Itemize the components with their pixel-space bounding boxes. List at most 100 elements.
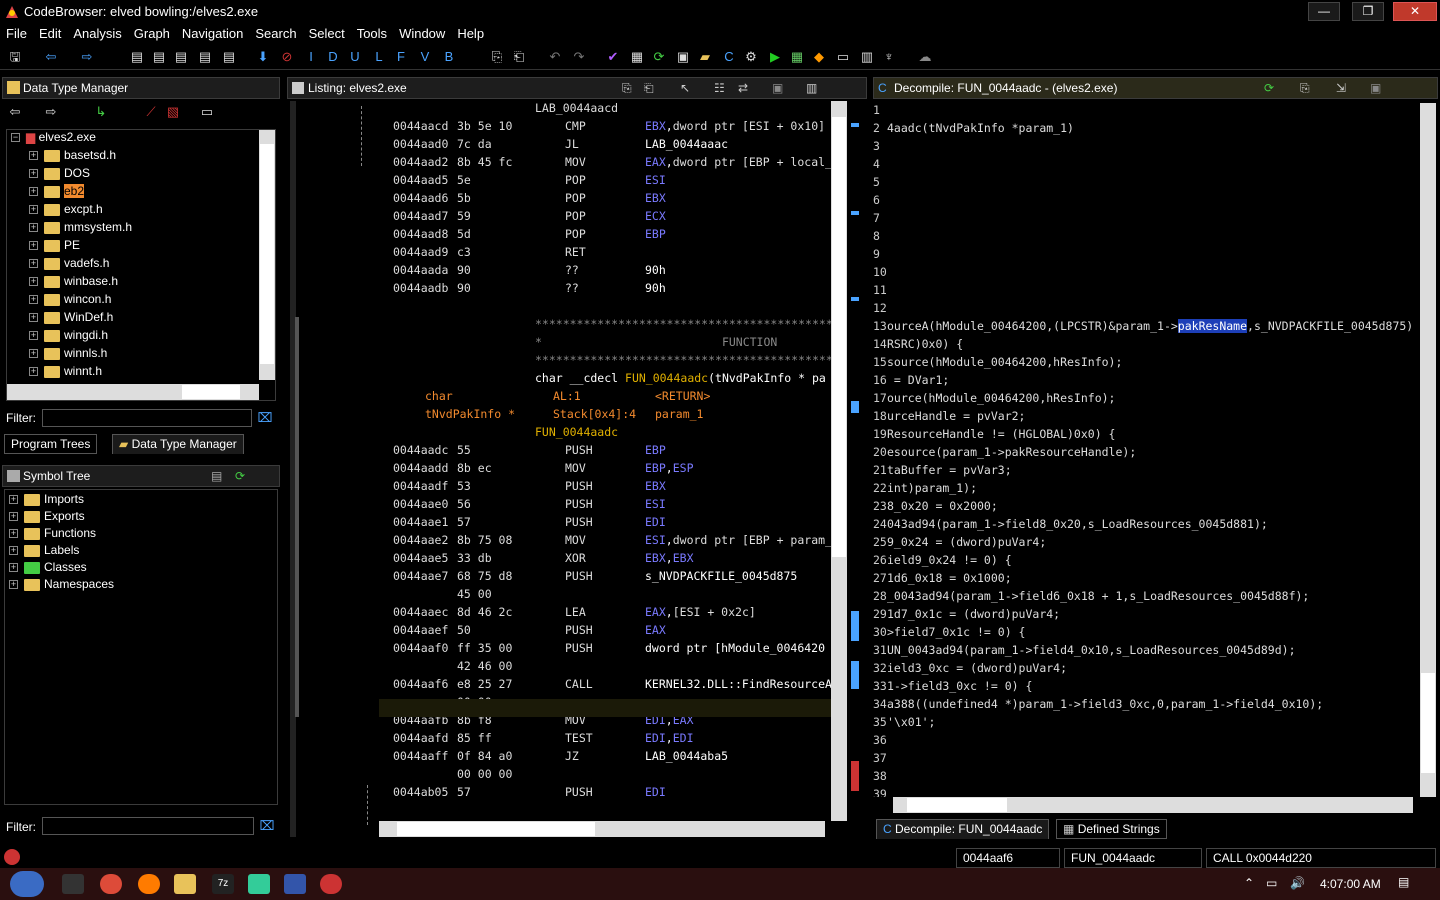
dtm-tree-item[interactable]: + winnls.h bbox=[29, 346, 107, 364]
decompile-hscrollbar[interactable] bbox=[893, 797, 1413, 813]
symbol-new-icon[interactable]: ▤ bbox=[211, 466, 222, 486]
dtm-forward-icon[interactable]: ⇨ bbox=[42, 103, 60, 121]
copy-icon[interactable]: ⎘ bbox=[622, 78, 632, 98]
decompile-snapshot-icon[interactable]: ▣ bbox=[1370, 78, 1381, 98]
value-letter-icon[interactable]: V bbox=[416, 48, 434, 66]
dtm-tree-item[interactable]: + mmsystem.h bbox=[29, 220, 132, 238]
close-button[interactable]: ✕ bbox=[1393, 2, 1437, 21]
back-icon[interactable]: ⇦ bbox=[42, 48, 60, 66]
nav-data-icon[interactable]: ▤ bbox=[128, 48, 146, 66]
redo-icon[interactable]: ↷ bbox=[570, 48, 588, 66]
decompile-line[interactable]: 6 bbox=[873, 193, 887, 211]
paste-icon-listing[interactable]: ⎗ bbox=[644, 78, 654, 98]
dtm-tree-item[interactable]: + winbase.h bbox=[29, 274, 118, 292]
menu-edit[interactable]: Edit bbox=[33, 24, 67, 41]
decompile-line[interactable]: 30>field7_0x1c != 0) { bbox=[873, 625, 1025, 643]
decompile-export-icon[interactable]: ⇲ bbox=[1336, 78, 1346, 98]
decompile-line[interactable]: 21taBuffer = pvVar3; bbox=[873, 463, 1012, 481]
dtm-tree-item[interactable]: + eb2 bbox=[29, 184, 85, 202]
expand-icon[interactable]: + bbox=[29, 169, 38, 179]
forward-icon[interactable]: ⇨ bbox=[78, 48, 96, 66]
decompile-line[interactable]: 15source(hModule_00464200,hResInfo); bbox=[873, 355, 1122, 373]
expand-icon[interactable]: + bbox=[9, 580, 18, 590]
decompile-line[interactable]: 34a388((undefined4 *)param_1->field3_0xc… bbox=[873, 697, 1323, 715]
dtm-filter-clear-icon[interactable]: ⌧ bbox=[256, 409, 274, 427]
decompile-line[interactable]: 31UN_0043ad94(param_1->field4_0x10,s_Loa… bbox=[873, 643, 1296, 661]
decompile-line[interactable]: 271d6_0x18 = 0x1000; bbox=[873, 571, 1012, 589]
down-arrow-icon[interactable]: ⬇ bbox=[254, 48, 272, 66]
expand-icon[interactable]: + bbox=[9, 563, 18, 573]
symbol-filter-input[interactable] bbox=[42, 817, 254, 835]
dtm-collapse-icon[interactable]: ▭ bbox=[198, 103, 216, 121]
decompile-line[interactable]: 19ResourceHandle != (HGLOBAL)0x0) { bbox=[873, 427, 1115, 445]
menu-tools[interactable]: Tools bbox=[351, 24, 393, 41]
undo-icon[interactable]: ↶ bbox=[546, 48, 564, 66]
menu-search[interactable]: Search bbox=[249, 24, 302, 41]
collapse-icon[interactable]: − bbox=[11, 133, 20, 143]
menu-analysis[interactable]: Analysis bbox=[67, 24, 127, 41]
decompile-line[interactable]: 24043ad94(param_1->field8_0x20,s_LoadRes… bbox=[873, 517, 1268, 535]
run-script-icon[interactable]: ▶ bbox=[766, 48, 784, 66]
decompile-copy-icon[interactable]: ⎘ bbox=[1300, 78, 1310, 98]
decompile-line[interactable]: 7 bbox=[873, 211, 887, 229]
check-icon[interactable]: ✔ bbox=[604, 48, 622, 66]
dtm-tree-item[interactable]: + excpt.h bbox=[29, 202, 103, 220]
cloud-icon[interactable]: ☁ bbox=[916, 48, 934, 66]
decompile-icon[interactable]: C bbox=[720, 48, 738, 66]
firefox-icon[interactable] bbox=[138, 874, 160, 894]
maximize-button[interactable]: ❐ bbox=[1352, 2, 1384, 21]
dtm-tree-item[interactable]: + vadefs.h bbox=[29, 256, 109, 274]
start-button[interactable] bbox=[10, 871, 44, 897]
decompile-line[interactable]: 238_0x20 = 0x2000; bbox=[873, 499, 998, 517]
decompile-line[interactable]: 36 bbox=[873, 733, 887, 751]
expand-icon[interactable]: + bbox=[29, 259, 38, 269]
nav-instruction-icon[interactable]: ▤ bbox=[150, 48, 168, 66]
decompile-line[interactable]: 28_0043ad94(param_1->field6_0x18 + 1,s_L… bbox=[873, 589, 1309, 607]
field-icon[interactable]: ☷ bbox=[714, 78, 725, 98]
memory-map-icon[interactable]: ▦ bbox=[628, 48, 646, 66]
symbol-tree-item[interactable]: + Imports bbox=[9, 492, 84, 510]
graph-icon[interactable]: ⚙ bbox=[742, 48, 760, 66]
decompile-line[interactable]: 22int)param_1); bbox=[873, 481, 977, 499]
symbol-tree-item[interactable]: + Namespaces bbox=[9, 577, 114, 595]
expand-icon[interactable]: + bbox=[29, 241, 38, 251]
decompile-line[interactable]: 331->field3_0xc != 0) { bbox=[873, 679, 1032, 697]
decompile-line[interactable]: 14RSRC)0x0) { bbox=[873, 337, 963, 355]
paste-icon[interactable]: ⎗ bbox=[510, 48, 528, 66]
window-icon[interactable]: ▭ bbox=[834, 48, 852, 66]
nav-label-icon[interactable]: ▤ bbox=[196, 48, 214, 66]
notifications-icon[interactable]: ▤ bbox=[1398, 875, 1409, 889]
expand-icon[interactable]: + bbox=[9, 529, 18, 539]
volume-icon[interactable]: 🔊 bbox=[1290, 876, 1305, 890]
dtm-hscrollbar[interactable] bbox=[7, 384, 259, 400]
decompile-line[interactable]: 11 bbox=[873, 283, 887, 301]
folder-icon[interactable]: ▰ bbox=[696, 48, 714, 66]
expand-icon[interactable]: + bbox=[9, 546, 18, 556]
nav-undefined-icon[interactable]: ▤ bbox=[172, 48, 190, 66]
file-explorer-icon[interactable] bbox=[174, 874, 196, 894]
network-icon[interactable]: ▭ bbox=[1266, 876, 1277, 890]
dtm-scrollbar[interactable] bbox=[259, 130, 275, 380]
decompile-line[interactable]: 32ield3_0xc = (dword)puVar4; bbox=[873, 661, 1067, 679]
dtm-arrow-icon[interactable]: ↳ bbox=[92, 103, 110, 121]
expand-icon[interactable]: + bbox=[29, 187, 38, 197]
ghidra-task-icon[interactable] bbox=[320, 874, 342, 894]
save-icon[interactable]: 🖫 bbox=[6, 48, 24, 66]
decompile-line[interactable]: 8 bbox=[873, 229, 887, 247]
decompile-line[interactable]: 5 bbox=[873, 175, 887, 193]
function-letter-icon[interactable]: F bbox=[392, 48, 410, 66]
tab-decompile[interactable]: C Decompile: FUN_0044aadc bbox=[876, 819, 1050, 839]
expand-icon[interactable]: + bbox=[29, 331, 38, 341]
decompile-scrollbar[interactable] bbox=[1420, 103, 1436, 797]
app-green-icon[interactable] bbox=[248, 874, 270, 894]
expand-icon[interactable]: + bbox=[29, 151, 38, 161]
menu-graph[interactable]: Graph bbox=[128, 24, 176, 41]
symbol-refresh-icon[interactable]: ⟳ bbox=[235, 466, 245, 486]
minimize-button[interactable]: — bbox=[1308, 2, 1340, 21]
dtm-tree-item[interactable]: + PE bbox=[29, 238, 80, 256]
tab-program-trees[interactable]: Program Trees bbox=[4, 434, 98, 454]
dtm-back-icon[interactable]: ⇦ bbox=[6, 103, 24, 121]
dtm-filter-icon[interactable]: ⟋ bbox=[142, 103, 160, 121]
tab-data-type-manager[interactable]: ▰ Data Type Manager bbox=[112, 434, 244, 454]
expand-icon[interactable]: + bbox=[29, 295, 38, 305]
